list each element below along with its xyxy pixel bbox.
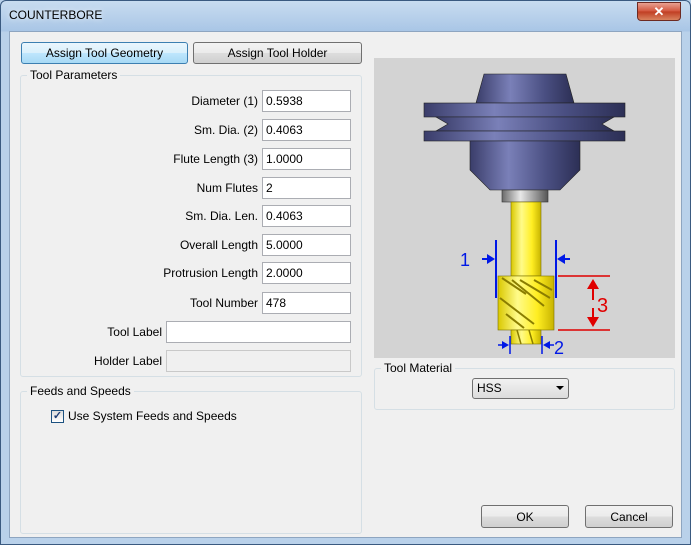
ok-button[interactable]: OK <box>481 505 569 528</box>
feeds-and-speeds-title: Feeds and Speeds <box>27 384 134 398</box>
dialog-window: COUNTERBORE ✕ Assign Tool Geometry Assig… <box>0 0 691 545</box>
close-icon: ✕ <box>653 4 665 19</box>
flute-length-label: Flute Length (3) <box>173 152 258 166</box>
assign-tool-geometry-button[interactable]: Assign Tool Geometry <box>21 42 188 64</box>
overall-length-label: Overall Length <box>179 238 258 252</box>
tool-material-title: Tool Material <box>381 361 456 375</box>
tool-material-value: HSS <box>477 381 502 395</box>
sm-dia-len-field[interactable] <box>262 205 351 227</box>
use-system-feeds-checkbox[interactable]: ✓ <box>51 410 64 423</box>
flute-length-field[interactable] <box>262 148 351 170</box>
diameter-field[interactable] <box>262 90 351 112</box>
dimension-1-label: 1 <box>460 250 470 270</box>
cancel-button[interactable]: Cancel <box>585 505 673 528</box>
tool-material-select[interactable]: HSS <box>472 378 569 399</box>
window-title: COUNTERBORE <box>9 8 103 22</box>
tool-parameters-title: Tool Parameters <box>27 68 121 82</box>
title-bar[interactable]: COUNTERBORE ✕ <box>1 1 690 31</box>
diameter-label: Diameter (1) <box>191 94 258 108</box>
dialog-client: Assign Tool Geometry Assign Tool Holder … <box>9 31 682 538</box>
holder-label-field <box>166 350 351 372</box>
close-button[interactable]: ✕ <box>637 2 681 21</box>
cutter-shape <box>497 201 555 345</box>
overall-length-field[interactable] <box>262 234 351 256</box>
tool-preview: 1 2 3 <box>374 58 675 358</box>
tool-holder-shape <box>423 73 626 203</box>
assign-tool-holder-button[interactable]: Assign Tool Holder <box>193 42 362 64</box>
tool-label-label: Tool Label <box>107 325 162 339</box>
sm-dia-field[interactable] <box>262 119 351 141</box>
tool-number-label: Tool Number <box>189 296 258 310</box>
num-flutes-field[interactable] <box>262 177 351 199</box>
tool-label-field[interactable] <box>166 321 351 343</box>
sm-dia-len-label: Sm. Dia. Len. <box>185 209 258 223</box>
counterbore-diagram: 1 2 3 <box>423 73 626 358</box>
tool-parameters-group: Tool Parameters Diameter (1) Sm. Dia. (2… <box>20 68 362 377</box>
feeds-and-speeds-group: Feeds and Speeds ✓ Use System Feeds and … <box>20 384 362 534</box>
chevron-down-icon <box>556 386 564 390</box>
dimension-3-label: 3 <box>597 295 608 317</box>
checkmark-icon: ✓ <box>52 410 63 422</box>
protrusion-length-field[interactable] <box>262 262 351 284</box>
protrusion-length-label: Protrusion Length <box>163 266 258 280</box>
num-flutes-label: Num Flutes <box>196 181 258 195</box>
use-system-feeds-label[interactable]: Use System Feeds and Speeds <box>68 409 237 423</box>
dimension-2-label: 2 <box>554 338 564 358</box>
tool-number-field[interactable] <box>262 292 351 314</box>
sm-dia-label: Sm. Dia. (2) <box>193 123 258 137</box>
tool-material-group: Tool Material HSS <box>374 361 675 410</box>
holder-label-label: Holder Label <box>93 354 162 368</box>
